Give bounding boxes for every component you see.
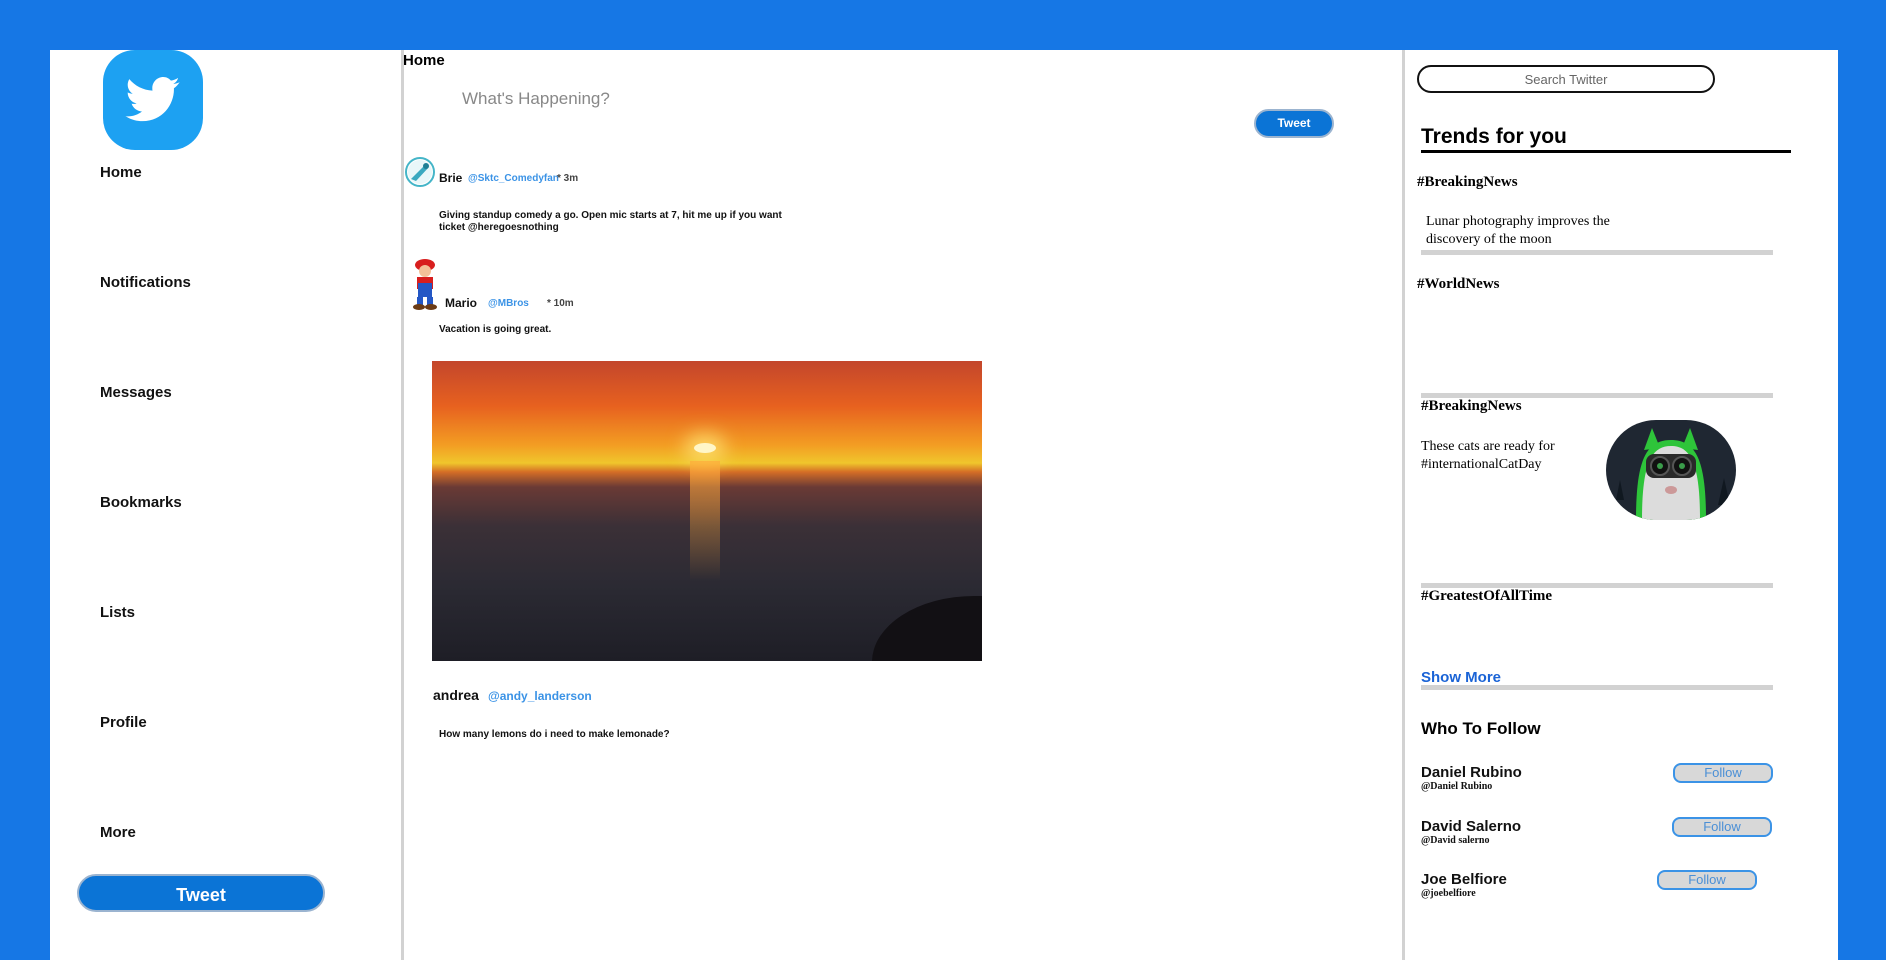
tweet-image-sunset[interactable] xyxy=(432,361,982,661)
shoreline-rock xyxy=(872,596,982,661)
tweet-time: * 3m xyxy=(557,173,579,184)
app-page: Home Notifications Messages Bookmarks Li… xyxy=(50,50,1838,960)
left-sidebar: Home Notifications Messages Bookmarks Li… xyxy=(50,50,404,960)
follow-user-name[interactable]: Daniel Rubino xyxy=(1421,764,1522,781)
divider xyxy=(1421,250,1773,255)
show-more-link[interactable]: Show More xyxy=(1421,669,1501,686)
trend-text[interactable]: Lunar photography improves the discovery… xyxy=(1426,213,1656,249)
trend-tag[interactable]: #BreakingNews xyxy=(1421,398,1522,415)
nav-messages[interactable]: Messages xyxy=(100,384,172,401)
tweet-time: * 10m xyxy=(547,298,574,309)
nav-home[interactable]: Home xyxy=(100,164,142,181)
nav-notifications[interactable]: Notifications xyxy=(100,274,191,291)
nav-bookmarks[interactable]: Bookmarks xyxy=(100,494,182,511)
mario-avatar-icon xyxy=(409,259,441,310)
bird-icon xyxy=(125,77,180,122)
trend-tag[interactable]: #BreakingNews xyxy=(1417,174,1518,191)
tweet-author-handle[interactable]: @andy_landerson xyxy=(488,689,592,703)
tweet-author-handle[interactable]: @MBros xyxy=(488,298,529,309)
sidebar-tweet-button[interactable]: Tweet xyxy=(77,874,325,912)
tweet-text: Vacation is going great. xyxy=(439,324,552,335)
tweet-author-handle[interactable]: @Sktc_Comedyfan xyxy=(468,173,559,184)
nav-lists[interactable]: Lists xyxy=(100,604,135,621)
follow-button[interactable]: Follow xyxy=(1657,870,1757,890)
tweet-text: How many lemons do i need to make lemona… xyxy=(439,729,670,740)
tweet-text: Giving standup comedy a go. Open mic sta… xyxy=(439,210,782,233)
search-input[interactable] xyxy=(1417,65,1715,93)
who-to-follow-title: Who To Follow xyxy=(1421,719,1541,738)
avatar[interactable] xyxy=(405,157,435,187)
follow-user-handle[interactable]: @joebelfiore xyxy=(1421,888,1476,899)
trend-image-cat[interactable] xyxy=(1606,420,1736,520)
follow-button[interactable]: Follow xyxy=(1673,763,1773,783)
right-column: Trends for you #BreakingNews Lunar photo… xyxy=(1406,50,1838,960)
twitter-logo-icon[interactable] xyxy=(103,50,203,150)
follow-button[interactable]: Follow xyxy=(1672,817,1772,837)
compose-tweet-button[interactable]: Tweet xyxy=(1254,109,1334,138)
trend-text[interactable]: These cats are ready for #internationalC… xyxy=(1421,438,1601,474)
trends-title: Trends for you xyxy=(1421,125,1791,153)
avatar[interactable] xyxy=(408,258,442,310)
tweet-author-name[interactable]: Brie xyxy=(439,171,462,185)
cat-goggles-icon xyxy=(1616,428,1730,520)
nav-profile[interactable]: Profile xyxy=(100,714,147,731)
trend-tag[interactable]: #WorldNews xyxy=(1417,276,1500,293)
feed-title: Home xyxy=(403,52,445,69)
compose-input[interactable] xyxy=(460,86,864,112)
follow-user-name[interactable]: David Salerno xyxy=(1421,818,1521,835)
sun xyxy=(694,443,716,453)
follow-user-handle[interactable]: @Daniel Rubino xyxy=(1421,781,1492,792)
trend-tag[interactable]: #GreatestOfAllTime xyxy=(1421,588,1552,605)
brie-avatar-icon xyxy=(408,160,432,184)
nav-more[interactable]: More xyxy=(100,824,136,841)
sun-reflection xyxy=(690,461,720,581)
follow-user-name[interactable]: Joe Belfiore xyxy=(1421,871,1507,888)
main-feed: Home Tweet Brie @Sktc_Comedyfan * 3m Giv… xyxy=(402,50,1405,960)
divider xyxy=(1421,685,1773,690)
follow-user-handle[interactable]: @David salerno xyxy=(1421,835,1489,846)
tweet-author-name[interactable]: Mario xyxy=(445,296,477,310)
tweet-author-name[interactable]: andrea xyxy=(433,687,479,703)
